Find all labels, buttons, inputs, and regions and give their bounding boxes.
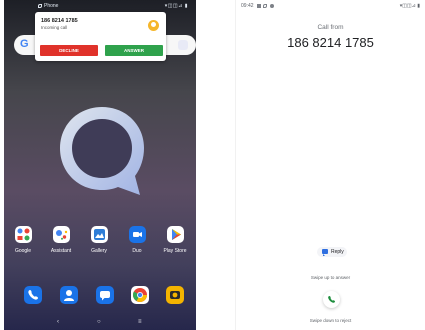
gallery-icon [90, 226, 108, 243]
app-label: Duo [132, 248, 142, 254]
screen-pair: Phone ▾◫◫⊿ ▮ G 186 8214 1785 Incoming ca… [0, 0, 425, 330]
messages-icon[interactable] [96, 286, 114, 304]
home-app-row: Google Assistant Gallery Duo Play Store [4, 226, 196, 266]
status-icons: ▾◫◫⊿ ▮ [399, 3, 420, 9]
status-bar: 09:42 ▾◫◫⊿ ▮ [241, 3, 420, 11]
dock [4, 286, 196, 308]
app-google[interactable]: Google [6, 226, 40, 254]
home-button[interactable]: ○ [97, 319, 101, 325]
google-logo: G [20, 38, 29, 50]
launcher-logo [60, 107, 144, 195]
status-app-label: Phone [38, 3, 58, 9]
notification-caller-number: 186 8214 1785 [41, 18, 78, 24]
app-grid-icon[interactable] [178, 40, 188, 50]
caller-avatar-icon [148, 20, 159, 31]
app-label: Play Store [163, 248, 187, 254]
status-icons: ▾◫◫⊿ ▮ [164, 3, 188, 9]
swipe-down-hint: Swipe down to reject [309, 318, 352, 323]
app-play-store[interactable]: Play Store [158, 226, 192, 254]
contacts-icon[interactable] [60, 286, 78, 304]
answer-button[interactable]: ANSWER [105, 45, 163, 56]
app-label: Gallery [91, 248, 107, 254]
phone-icon [328, 296, 335, 303]
settings-status-icon [270, 4, 274, 8]
swipe-up-hint: Swipe up to answer [310, 275, 351, 280]
message-icon [322, 249, 328, 256]
home-screen: Phone ▾◫◫⊿ ▮ G 186 8214 1785 Incoming ca… [4, 0, 196, 330]
phone-status-icon [38, 4, 42, 8]
incoming-call-screen: 09:42 ▾◫◫⊿ ▮ Call from 186 8214 1785 Rep… [235, 0, 425, 330]
phone-status-icon [263, 4, 267, 8]
app-duo[interactable]: Duo [120, 226, 154, 254]
app-label: Google [14, 248, 32, 254]
reply-button[interactable]: Reply [317, 247, 347, 257]
notification-icon [257, 4, 261, 8]
caller-number: 186 8214 1785 [287, 35, 374, 50]
notification-subtitle: Incoming call [41, 25, 68, 30]
call-from-label: Call from [317, 24, 344, 31]
chrome-icon[interactable] [131, 286, 149, 304]
answer-call-button[interactable] [323, 291, 340, 308]
recents-button[interactable]: ≡ [138, 319, 142, 325]
status-bar: Phone ▾◫◫⊿ ▮ [12, 3, 188, 11]
play-store-icon [166, 226, 184, 243]
status-time: 09:42 [241, 3, 254, 9]
google-folder-icon [14, 226, 32, 243]
app-assistant[interactable]: Assistant [44, 226, 78, 254]
app-gallery[interactable]: Gallery [82, 226, 116, 254]
incoming-call-notification[interactable]: 186 8214 1785 Incoming call DECLINE ANSW… [35, 12, 166, 61]
navigation-bar: ‹ ○ ≡ [4, 316, 196, 330]
app-label: Assistant [50, 248, 72, 254]
decline-button[interactable]: DECLINE [40, 45, 98, 56]
phone-icon[interactable] [24, 286, 42, 304]
camera-icon[interactable] [166, 286, 184, 304]
assistant-icon [52, 226, 70, 243]
duo-icon [128, 226, 146, 243]
back-button[interactable]: ‹ [57, 319, 59, 325]
reply-label: Reply [331, 249, 344, 255]
